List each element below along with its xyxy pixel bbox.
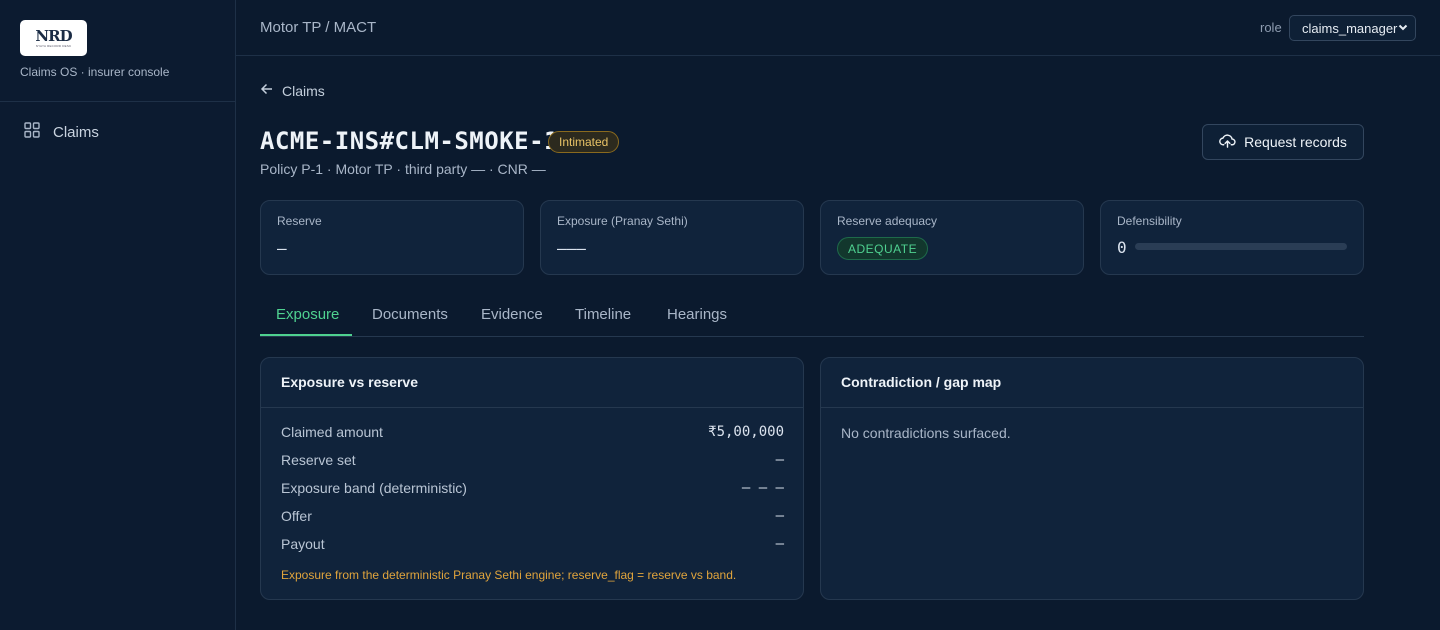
status-badge: Intimated: [548, 131, 620, 153]
tab-evidence[interactable]: Evidence: [481, 306, 543, 323]
request-records-label: Request records: [1244, 134, 1347, 150]
row-value: —: [775, 508, 784, 524]
tab-documents[interactable]: Documents: [372, 306, 448, 323]
role-select[interactable]: claims_manager: [1289, 15, 1416, 41]
kpi-label: Reserve adequacy: [837, 214, 938, 228]
kpi-label: Exposure (Pranay Sethi): [557, 214, 688, 228]
row-label: Exposure band (deterministic): [281, 480, 467, 496]
table-row: Payout —: [281, 536, 784, 552]
tab-exposure[interactable]: Exposure: [276, 306, 339, 323]
kpi-label: Defensibility: [1117, 214, 1182, 228]
kpi-reserve-adequacy: Reserve adequacy ADEQUATE: [820, 200, 1084, 275]
role-label: role: [1260, 20, 1282, 35]
empty-state-message: No contradictions surfaced.: [841, 425, 1011, 441]
grid-icon: [24, 122, 40, 142]
row-label: Offer: [281, 508, 312, 524]
back-to-claims-link[interactable]: Claims: [260, 82, 325, 99]
brand-logo[interactable]: NRD NYAYA RECORD DESK: [20, 20, 87, 56]
table-row: Claimed amount ₹5,00,000: [281, 424, 784, 440]
active-tab-indicator: [260, 334, 352, 336]
sidebar-item-claims[interactable]: Claims: [24, 121, 99, 143]
kpi-label: Reserve: [277, 214, 322, 228]
row-label: Payout: [281, 536, 325, 552]
arrow-left-icon: [260, 82, 274, 99]
tab-hearings[interactable]: Hearings: [667, 306, 727, 323]
section-breadcrumb: Motor TP / MACT: [260, 19, 377, 36]
logo-mark: NRD: [35, 26, 72, 45]
kpi-value: 0: [1117, 238, 1127, 257]
panel-title: Exposure vs reserve: [261, 358, 803, 408]
contradiction-panel: Contradiction / gap map No contradiction…: [820, 357, 1364, 600]
tab-bar: Exposure Documents Evidence Timeline Hea…: [260, 296, 1364, 337]
table-row: Exposure band (deterministic) — – —: [281, 480, 784, 496]
row-value: — – —: [741, 480, 784, 496]
engine-note: Exposure from the deterministic Pranay S…: [281, 568, 737, 582]
row-label: Claimed amount: [281, 424, 383, 440]
kpi-value: ———: [557, 239, 586, 258]
row-label: Reserve set: [281, 452, 356, 468]
sidebar-divider: [0, 101, 235, 102]
logo-tagline: NYAYA RECORD DESK: [35, 43, 72, 48]
kpi-value: —: [277, 239, 287, 258]
panel-title: Contradiction / gap map: [821, 358, 1363, 408]
defensibility-progress-bar: [1135, 243, 1347, 250]
adequacy-badge: ADEQUATE: [837, 237, 929, 260]
row-value: ₹5,00,000: [708, 424, 784, 440]
cloud-upload-icon: [1219, 132, 1236, 152]
role-select-value: claims_manager: [1302, 20, 1398, 36]
request-records-button[interactable]: Request records: [1202, 124, 1364, 160]
sidebar-item-label: Claims: [53, 123, 99, 141]
back-link-label: Claims: [282, 82, 325, 99]
kpi-reserve: Reserve —: [260, 200, 524, 275]
kpi-defensibility: Defensibility 0: [1100, 200, 1364, 275]
table-row: Offer —: [281, 508, 784, 524]
kpi-exposure: Exposure (Pranay Sethi) ———: [540, 200, 804, 275]
brand-subtitle: Claims OS · insurer console: [20, 65, 170, 79]
row-value: —: [775, 536, 784, 552]
exposure-panel: Exposure vs reserve Claimed amount ₹5,00…: [260, 357, 804, 600]
tab-timeline[interactable]: Timeline: [575, 306, 631, 323]
chevron-down-icon: [1397, 21, 1409, 36]
table-row: Reserve set —: [281, 452, 784, 468]
row-value: —: [775, 452, 784, 468]
claim-title: ACME-INS#CLM-SMOKE-1: [260, 127, 559, 155]
claim-subtitle: Policy P-1 · Motor TP · third party — · …: [260, 161, 546, 177]
top-bar: Motor TP / MACT role claims_manager: [236, 0, 1440, 56]
sidebar: NRD NYAYA RECORD DESK Claims OS · insure…: [0, 0, 236, 630]
